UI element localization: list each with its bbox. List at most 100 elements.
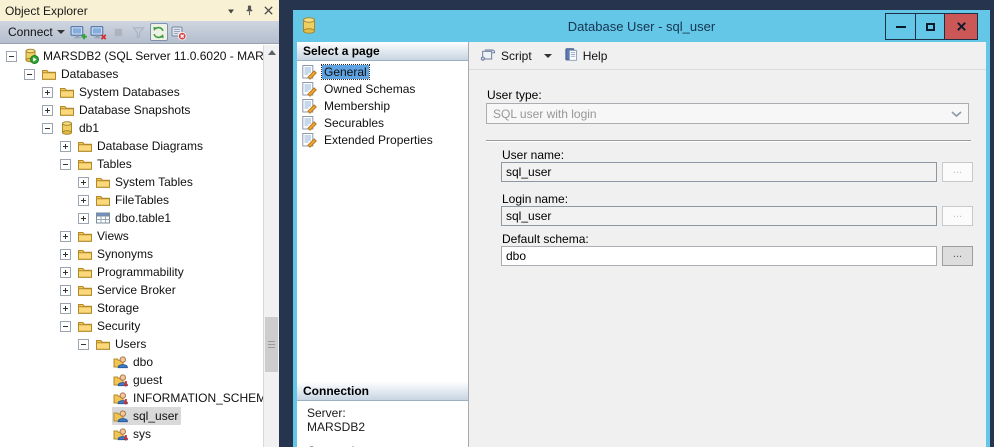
tree-item-databases[interactable]: Databases [0,65,263,83]
tree-item-db1[interactable]: db1 [0,119,263,137]
tree-item-system-tables[interactable]: System Tables [0,173,263,191]
maximize-button[interactable] [915,14,944,39]
expand-icon[interactable] [60,285,71,296]
collapse-icon[interactable] [60,321,71,332]
tree-item-system-databases[interactable]: System Databases [0,83,263,101]
tree-item-label: Database Snapshots [79,103,190,117]
server-icon [23,48,39,64]
user-name-browse-button[interactable]: ... [942,162,973,182]
tree-item-guest[interactable]: guest [0,371,263,389]
tree-item-label: INFORMATION_SCHEMA [133,391,263,405]
tree-item-synonyms[interactable]: Synonyms [0,245,263,263]
database-icon [302,17,316,37]
script-dropdown-icon[interactable] [544,54,552,58]
collapse-icon[interactable] [60,159,71,170]
tree-item-label: Databases [61,67,118,81]
expand-icon[interactable] [60,303,71,314]
folder-icon [95,336,111,352]
tree-item-service-broker[interactable]: Service Broker [0,281,263,299]
tree-item-information-schema[interactable]: INFORMATION_SCHEMA [0,389,263,407]
expand-icon[interactable] [60,141,71,152]
dialog-titlebar[interactable]: Database User - sql_user [293,10,990,42]
scrollbar-grip [268,341,275,350]
user-type-dropdown[interactable]: SQL user with login [486,103,969,124]
script-error-icon[interactable] [170,23,188,41]
expand-icon[interactable] [42,105,53,116]
default-schema-browse-button[interactable]: ... [942,246,973,266]
help-icon [564,47,579,65]
tree-item-security[interactable]: Security [0,317,263,335]
user-name-field[interactable] [501,162,937,182]
tree-item-label: System Databases [79,85,180,99]
tree-item-database-snapshots[interactable]: Database Snapshots [0,101,263,119]
expand-icon[interactable] [42,87,53,98]
page-item-general[interactable]: General [297,63,468,80]
tree-item-dbo-table1[interactable]: dbo.table1 [0,209,263,227]
tree-item-dbo[interactable]: dbo [0,353,263,371]
connect-server-icon[interactable] [70,23,88,41]
page-icon [301,64,317,80]
default-schema-label: Default schema: [502,232,589,246]
disconnect-server-icon[interactable] [90,23,108,41]
script-button[interactable]: Script [477,45,535,67]
tree-item-label: guest [133,373,162,387]
tree-item-label: FileTables [115,193,169,207]
page-item-extended-properties[interactable]: Extended Properties [297,131,468,148]
connection-header: Connection [297,382,468,401]
folder-icon [77,138,93,154]
server-value: MARSDB2 [307,420,371,434]
user-type-label: User type: [487,88,542,102]
tree-item-tables[interactable]: Tables [0,155,263,173]
tree-item-label: dbo.table1 [115,211,171,225]
chevron-down-icon [951,107,962,121]
login-name-field[interactable] [501,206,937,226]
collapse-icon[interactable] [6,51,17,62]
minimize-button[interactable] [886,14,915,39]
collapse-icon[interactable] [42,123,53,134]
tree-scrollbar[interactable] [263,45,279,447]
tree-item-database-diagrams[interactable]: Database Diagrams [0,137,263,155]
tree-item-storage[interactable]: Storage [0,299,263,317]
page-item-securables[interactable]: Securables [297,114,468,131]
expand-icon[interactable] [60,267,71,278]
tree-item-label: Synonyms [97,247,153,261]
expand-icon[interactable] [60,231,71,242]
window-menu-icon[interactable] [226,6,236,16]
tree-item-label: Programmability [97,265,184,279]
dialog-toolbar: Script Help [469,42,986,70]
page-icon [301,115,317,131]
tree-item-sys[interactable]: sys [0,425,263,443]
page-item-membership[interactable]: Membership [297,97,468,114]
stop-icon [110,23,128,41]
page-item-label: Membership [322,99,392,113]
close-icon[interactable] [263,5,274,16]
tree-item-views[interactable]: Views [0,227,263,245]
help-button[interactable]: Help [561,45,611,67]
window-buttons [885,13,978,40]
tree-item-users[interactable]: Users [0,335,263,353]
login-name-browse-button[interactable]: ... [942,206,973,226]
default-schema-field[interactable] [501,246,937,266]
collapse-icon[interactable] [78,339,89,350]
separator-line [486,140,971,142]
page-item-owned-schemas[interactable]: Owned Schemas [297,80,468,97]
pin-icon[interactable] [243,4,256,17]
tree-item-label: dbo [133,355,153,369]
tree-item-filetables[interactable]: FileTables [0,191,263,209]
collapse-icon[interactable] [24,69,35,80]
expand-icon[interactable] [78,177,89,188]
tree-item-sql-user[interactable]: sql_user [0,407,263,425]
chevron-down-icon [57,30,65,34]
folder-icon [77,318,93,334]
refresh-icon[interactable] [150,23,168,41]
scrollbar-up-button[interactable] [264,45,279,60]
close-button[interactable] [944,14,977,39]
expand-icon[interactable] [78,195,89,206]
connect-button[interactable]: Connect [5,23,68,41]
expand-icon[interactable] [78,213,89,224]
tree-item-programmability[interactable]: Programmability [0,263,263,281]
server-label: Server: [307,406,371,420]
scrollbar-thumb[interactable] [265,317,278,372]
tree-item-marsdb2-sql-server-11-0-6020-marsd[interactable]: MARSDB2 (SQL Server 11.0.6020 - MARSD [0,47,263,65]
expand-icon[interactable] [60,249,71,260]
